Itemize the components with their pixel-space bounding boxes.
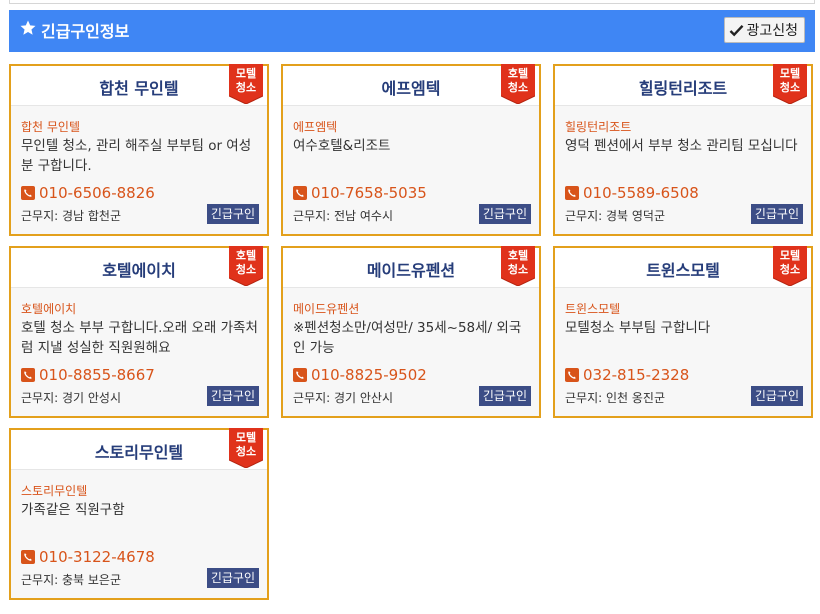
category-ribbon: 호텔 청소	[229, 246, 263, 286]
phone-number[interactable]: 010-8825-9502	[311, 366, 427, 384]
category-ribbon: 호텔 청소	[501, 64, 535, 104]
job-description: 무인텔 청소, 관리 해주실 부부팀 or 여성분 구합니다.	[21, 138, 252, 174]
ad-request-label: 광고신청	[746, 23, 798, 39]
urgent-hiring-button[interactable]: 긴급구인	[478, 386, 531, 406]
work-location: 근무지: 경기 안산시	[293, 389, 393, 406]
company-name: 힐링턴리조트	[565, 120, 632, 134]
job-card[interactable]: 합천 무인텔 모텔 청소 합천 무인텔 무인텔 청소, 관리 해주실 부부팀 or 여성…	[9, 64, 269, 236]
phone-icon	[565, 368, 579, 382]
category-ribbon: 모텔 청소	[229, 64, 263, 104]
phone-icon	[293, 368, 307, 382]
urgent-hiring-button[interactable]: 긴급구인	[478, 204, 531, 224]
job-card[interactable]: 힐링턴리조트 모텔 청소 힐링턴리조트 영덕 펜션에서 부부 청소 관리팀 모십니다 01…	[553, 64, 813, 236]
urgent-hiring-button[interactable]: 긴급구인	[750, 386, 803, 406]
location-label: 근무지:	[565, 391, 606, 405]
work-location: 근무지: 인천 옹진군	[565, 389, 665, 406]
phone-number[interactable]: 010-6506-8826	[39, 184, 155, 202]
phone-icon	[293, 186, 307, 200]
ribbon-label: 모텔 청소	[235, 67, 257, 94]
job-description: 가족같은 직원구함	[21, 502, 125, 518]
top-divider	[9, 0, 815, 4]
phone-row: 010-8825-9502	[293, 366, 427, 384]
phone-icon	[21, 186, 35, 200]
ad-request-button[interactable]: 광고신청	[724, 17, 805, 43]
phone-number[interactable]: 032-815-2328	[583, 366, 689, 384]
work-location: 근무지: 경북 영덕군	[565, 207, 665, 224]
phone-row: 032-815-2328	[565, 366, 689, 384]
work-location: 근무지: 충북 보은군	[21, 571, 121, 588]
location-label: 근무지:	[21, 391, 62, 405]
company-name: 에프엠텍	[293, 120, 338, 134]
company-name: 합천 무인텔	[21, 120, 81, 134]
phone-icon	[21, 368, 35, 382]
urgent-hiring-button[interactable]: 긴급구인	[206, 204, 259, 224]
phone-row: 010-7658-5035	[293, 184, 427, 202]
urgent-jobs-header: 긴급구인정보 광고신청	[9, 10, 815, 52]
ribbon-label: 호텔 청소	[235, 249, 257, 276]
job-description: 모텔청소 부부팀 구합니다	[565, 320, 711, 336]
category-ribbon: 모텔 청소	[773, 64, 807, 104]
ribbon-label: 호텔 청소	[507, 249, 529, 276]
location-value: 경북 영덕군	[605, 209, 665, 223]
phone-row: 010-8855-8667	[21, 366, 155, 384]
ribbon-label: 호텔 청소	[507, 67, 529, 94]
category-ribbon: 호텔 청소	[501, 246, 535, 286]
location-label: 근무지:	[293, 209, 334, 223]
company-name: 스토리무인텔	[21, 484, 88, 498]
work-location: 근무지: 경기 안성시	[21, 389, 121, 406]
job-description: ※펜션청소만/여성만/ 35세~58세/ 외국인 가능	[293, 320, 522, 356]
work-location: 근무지: 전남 여수시	[293, 207, 393, 224]
location-label: 근무지:	[293, 391, 334, 405]
location-value: 충북 보은군	[61, 573, 121, 587]
ribbon-label: 모텔 청소	[779, 249, 801, 276]
company-name: 메이드유펜션	[293, 302, 360, 316]
job-card[interactable]: 호텔에이치 호텔 청소 호텔에이치 호텔 청소 부부 구합니다.오래 오래 가족처럼 지…	[9, 246, 269, 418]
phone-icon	[565, 186, 579, 200]
phone-number[interactable]: 010-7658-5035	[311, 184, 427, 202]
job-description: 여수호텔&리조트	[293, 138, 391, 154]
job-card[interactable]: 트윈스모텔 모텔 청소 트윈스모텔 모텔청소 부부팀 구합니다 032-815-2328 근…	[553, 246, 813, 418]
header-title: 긴급구인정보	[41, 22, 130, 41]
job-card[interactable]: 에프엠텍 호텔 청소 에프엠텍 여수호텔&리조트 010-7658-5035 근무지: 전남…	[281, 64, 541, 236]
location-label: 근무지:	[565, 209, 606, 223]
company-name: 트윈스모텔	[565, 302, 621, 316]
phone-row: 010-5589-6508	[565, 184, 699, 202]
job-card[interactable]: 메이드유펜션 호텔 청소 메이드유펜션 ※펜션청소만/여성만/ 35세~58세/ 외국인…	[281, 246, 541, 418]
location-value: 경남 합천군	[61, 209, 121, 223]
category-ribbon: 모텔 청소	[773, 246, 807, 286]
phone-number[interactable]: 010-5589-6508	[583, 184, 699, 202]
phone-number[interactable]: 010-3122-4678	[39, 548, 155, 566]
job-card[interactable]: 스토리무인텔 모텔 청소 스토리무인텔 가족같은 직원구함 010-3122-4678 근무…	[9, 428, 269, 600]
phone-number[interactable]: 010-8855-8667	[39, 366, 155, 384]
job-description: 영덕 펜션에서 부부 청소 관리팀 모십니다	[565, 138, 798, 154]
urgent-hiring-button[interactable]: 긴급구인	[206, 386, 259, 406]
urgent-hiring-button[interactable]: 긴급구인	[750, 204, 803, 224]
star-icon	[20, 20, 36, 35]
phone-row: 010-3122-4678	[21, 548, 155, 566]
location-value: 인천 옹진군	[605, 391, 665, 405]
phone-row: 010-6506-8826	[21, 184, 155, 202]
job-description: 호텔 청소 부부 구합니다.오래 오래 가족처럼 지낼 성실한 직원원해요	[21, 320, 258, 356]
urgent-hiring-button[interactable]: 긴급구인	[206, 568, 259, 588]
location-value: 전남 여수시	[333, 209, 393, 223]
location-value: 경기 안성시	[61, 391, 121, 405]
category-ribbon: 모텔 청소	[229, 428, 263, 468]
location-label: 근무지:	[21, 209, 62, 223]
location-value: 경기 안산시	[333, 391, 393, 405]
company-name: 호텔에이치	[21, 302, 77, 316]
work-location: 근무지: 경남 합천군	[21, 207, 121, 224]
ribbon-label: 모텔 청소	[235, 431, 257, 458]
phone-icon	[21, 550, 35, 564]
location-label: 근무지:	[21, 573, 62, 587]
ribbon-label: 모텔 청소	[779, 67, 801, 94]
check-icon	[730, 24, 744, 36]
